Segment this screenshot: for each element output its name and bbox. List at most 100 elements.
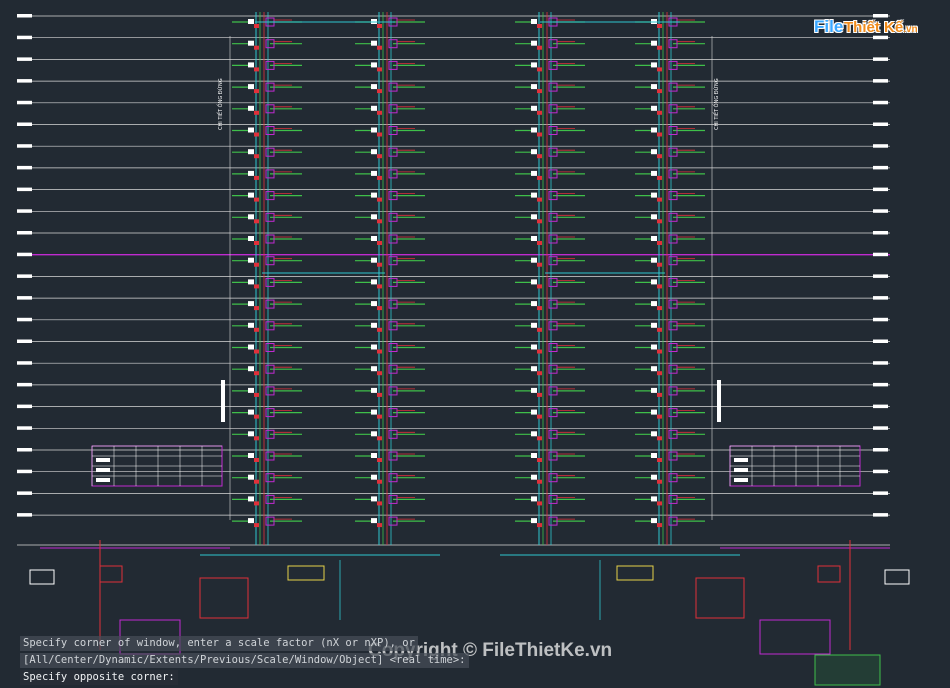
valve-symbol: [248, 127, 254, 133]
valve-symbol: [531, 149, 537, 155]
valve-symbol: [651, 62, 657, 68]
valve-symbol: [531, 453, 537, 458]
valve-symbol: [371, 496, 377, 502]
valve-symbol: [531, 409, 537, 415]
fitting-symbol: [657, 371, 662, 376]
valve-symbol: [371, 236, 377, 241]
level-marker-right: [873, 491, 888, 495]
fitting-symbol: [537, 67, 542, 72]
pump-room-detail: [695, 577, 745, 619]
valve-symbol: [371, 257, 377, 263]
fitting-symbol: [537, 436, 542, 441]
command-prompt[interactable]: Specify opposite corner:: [20, 670, 178, 685]
valve-symbol: [248, 518, 254, 524]
fitting-symbol: [657, 392, 662, 397]
valve-symbol: [371, 518, 377, 524]
valve-symbol: [651, 474, 657, 480]
valve-symbol: [248, 344, 254, 350]
valve-symbol: [651, 170, 657, 176]
fitting-symbol: [657, 197, 662, 202]
valve-symbol: [531, 301, 537, 307]
level-marker-left: [17, 361, 32, 365]
valve-symbol: [371, 322, 377, 328]
fitting-symbol: [537, 241, 542, 245]
level-marker-right: [873, 165, 888, 170]
level-marker-right: [873, 231, 888, 235]
valve-symbol: [248, 40, 254, 46]
valve-symbol: [371, 301, 377, 307]
valve-symbol: [371, 431, 377, 437]
valve-symbol: [248, 214, 254, 220]
fitting-symbol: [537, 132, 542, 137]
level-marker-right: [873, 274, 888, 278]
level-marker-right: [873, 513, 888, 517]
valve-symbol: [248, 149, 254, 155]
fitting-symbol: [377, 175, 382, 180]
valve-symbol: [248, 279, 254, 285]
fitting-symbol: [377, 110, 382, 115]
fitting-symbol: [537, 110, 542, 115]
valve-symbol: [248, 322, 254, 328]
autocad-viewport[interactable]: CHI TIẾT ỐNG ĐỨNG CHI TIẾT ỐNG ĐỨNG File …: [0, 0, 950, 688]
level-marker-left: [17, 122, 32, 126]
fitting-symbol: [537, 89, 542, 94]
level-marker-left: [17, 209, 32, 213]
valve-symbol: [248, 366, 254, 372]
fitting-symbol: [537, 523, 542, 528]
fitting-symbol: [254, 371, 259, 376]
valve-symbol: [531, 62, 537, 68]
cad-drawing-canvas[interactable]: CHI TIẾT ỐNG ĐỨNG CHI TIẾT ỐNG ĐỨNG: [0, 0, 950, 688]
level-marker-right: [873, 122, 888, 126]
level-marker-left: [17, 404, 32, 409]
fitting-symbol: [377, 67, 382, 72]
level-marker-right: [873, 252, 888, 257]
level-marker-right: [873, 361, 888, 365]
fitting-symbol: [537, 327, 542, 332]
section-marker: [221, 380, 225, 422]
logo-rest-text: Thiết Kế: [844, 19, 904, 36]
level-marker-left: [17, 100, 32, 105]
valve-symbol: [248, 257, 254, 263]
valve-symbol: [651, 366, 657, 372]
valve-symbol: [651, 322, 657, 328]
valve-symbol: [531, 105, 537, 111]
legend-text-block: [734, 468, 748, 472]
valve-symbol: [531, 257, 537, 263]
valve-symbol: [531, 214, 537, 220]
valve-symbol: [531, 518, 537, 524]
manifold-symbol: [616, 565, 654, 581]
valve-symbol: [651, 518, 657, 524]
valve-symbol: [651, 105, 657, 111]
valve-symbol: [371, 279, 377, 285]
fitting-symbol: [254, 262, 259, 267]
legend-text-block: [734, 478, 748, 482]
fitting-symbol: [254, 197, 259, 202]
fitting-symbol: [377, 501, 382, 506]
valve-symbol: [248, 105, 254, 111]
valve-symbol: [248, 409, 254, 415]
fitting-symbol: [377, 197, 382, 202]
fitting-symbol: [537, 24, 542, 28]
fitting-symbol: [254, 45, 259, 50]
valve-symbol: [248, 84, 254, 90]
valve-symbol: [371, 40, 377, 46]
fitting-symbol: [377, 132, 382, 137]
level-marker-left: [17, 513, 32, 517]
level-marker-left: [17, 274, 32, 278]
fitting-symbol: [377, 414, 382, 419]
level-marker-left: [17, 317, 32, 322]
valve-symbol: [531, 431, 537, 437]
fitting-symbol: [537, 45, 542, 50]
valve-symbol: [531, 127, 537, 133]
fitting-symbol: [657, 436, 662, 441]
level-marker-left: [17, 187, 32, 192]
valve-symbol: [248, 19, 254, 24]
fitting-symbol: [377, 349, 382, 354]
fitting-symbol: [254, 67, 259, 72]
riser-note-text: CHI TIẾT ỐNG ĐỨNG: [712, 78, 720, 130]
level-marker-right: [873, 79, 888, 83]
fitting-symbol: [377, 154, 382, 159]
fitting-symbol: [377, 392, 382, 397]
valve-symbol: [651, 409, 657, 415]
fitting-symbol: [537, 284, 542, 289]
